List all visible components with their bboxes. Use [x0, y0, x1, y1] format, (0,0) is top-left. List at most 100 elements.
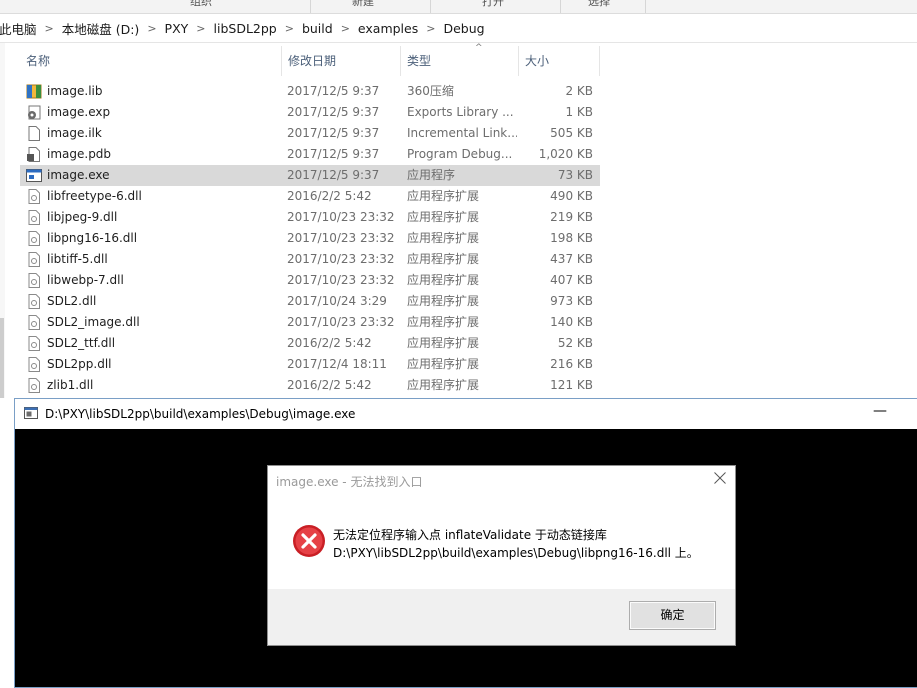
file-date: 2017/10/23 23:32 [287, 231, 395, 245]
file-date: 2017/12/5 9:37 [287, 147, 380, 161]
file-size: 973 KB [550, 294, 593, 308]
file-row[interactable]: SDL2pp.dll 2017/12/4 18:11 应用程序扩展 216 KB [20, 354, 600, 375]
file-name[interactable]: image.pdb [47, 144, 282, 165]
column-header-type[interactable]: 类型 [401, 46, 519, 76]
file-name[interactable]: image.exp [47, 102, 282, 123]
dll-file-icon [26, 357, 42, 372]
breadcrumb-build[interactable]: build [299, 21, 336, 36]
file-date: 2017/10/24 3:29 [287, 294, 387, 308]
chevron-right-icon[interactable]: > [40, 22, 59, 35]
ribbon-group-open[interactable]: 打开 [482, 0, 504, 9]
dialog-footer: 确定 [268, 589, 735, 645]
file-size: 437 KB [550, 252, 593, 266]
chevron-right-icon[interactable]: > [142, 22, 161, 35]
file-type: 360压缩 [407, 84, 454, 98]
breadcrumb-libsdl2pp[interactable]: libSDL2pp [211, 21, 280, 36]
breadcrumb-examples[interactable]: examples [355, 21, 421, 36]
breadcrumb-pxy[interactable]: PXY [162, 21, 192, 36]
breadcrumb-this-pc[interactable]: 此电脑 [0, 19, 40, 38]
file-row[interactable]: SDL2_image.dll 2017/10/23 23:32 应用程序扩展 140 … [20, 312, 600, 333]
file-row[interactable]: libtiff-5.dll 2017/10/23 23:32 应用程序扩展 437 K… [20, 249, 600, 270]
file-type: Exports Library ... [407, 105, 514, 119]
ribbon-divider [560, 0, 561, 13]
breadcrumb-debug[interactable]: Debug [440, 21, 487, 36]
file-row[interactable]: libpng16-16.dll 2017/10/23 23:32 应用程序扩展 198… [20, 228, 600, 249]
close-icon[interactable] [711, 469, 729, 487]
file-type: Program Debug... [407, 147, 513, 161]
file-name[interactable]: image.exe [47, 165, 282, 186]
file-name[interactable]: libtiff-5.dll [47, 249, 282, 270]
file-date: 2017/12/5 9:37 [287, 84, 380, 98]
file-date: 2017/12/5 9:37 [287, 168, 380, 182]
column-header-row: ^ 名称 修改日期 类型 大小 [20, 43, 602, 76]
file-size: 121 KB [550, 378, 593, 392]
file-type: 应用程序扩展 [407, 336, 480, 350]
file-row[interactable]: image.ilk 2017/12/5 9:37 Incremental Link.… [20, 123, 600, 144]
blank-file-icon [26, 126, 42, 141]
navigation-scrollbar[interactable] [0, 318, 4, 398]
file-name[interactable]: libwebp-7.dll [47, 270, 282, 291]
dll-file-icon [26, 252, 42, 267]
file-row[interactable]: zlib1.dll 2016/2/2 5:42 应用程序扩展 121 KB [20, 375, 600, 396]
column-header-date[interactable]: 修改日期 [282, 46, 401, 76]
column-header-size[interactable]: 大小 [519, 46, 600, 76]
file-row[interactable]: libwebp-7.dll 2017/10/23 23:32 应用程序扩展 407 K… [20, 270, 600, 291]
ribbon-divider [310, 0, 311, 13]
breadcrumb-local-disk[interactable]: 本地磁盘 (D:) [59, 19, 143, 38]
column-header-name[interactable]: 名称 [20, 46, 282, 76]
error-dialog: image.exe - 无法找到入口 无法定位程序输入点 inflateVali… [267, 465, 736, 646]
dll-file-icon [26, 210, 42, 225]
dll-file-icon [26, 315, 42, 330]
console-app-icon [24, 407, 38, 419]
debug-file-icon [26, 147, 42, 162]
file-row[interactable]: image.exp 2017/12/5 9:37 Exports Library .… [20, 102, 600, 123]
chevron-right-icon[interactable]: > [280, 22, 299, 35]
file-size: 219 KB [550, 210, 593, 224]
file-type: 应用程序扩展 [407, 315, 480, 329]
dll-file-icon [26, 273, 42, 288]
file-name[interactable]: libjpeg-9.dll [47, 207, 282, 228]
chevron-right-icon[interactable]: > [421, 22, 440, 35]
file-name[interactable]: libpng16-16.dll [47, 228, 282, 249]
file-date: 2017/10/23 23:32 [287, 210, 395, 224]
file-name[interactable]: SDL2_ttf.dll [47, 333, 282, 354]
file-type: 应用程序 [407, 168, 456, 182]
file-type: 应用程序扩展 [407, 189, 480, 203]
console-title-bar[interactable]: D:\PXY\libSDL2pp\build\examples\Debug\im… [15, 399, 917, 429]
file-name[interactable]: libfreetype-6.dll [47, 186, 282, 207]
address-bar[interactable]: 此电脑 > 本地磁盘 (D:) > PXY > libSDL2pp > buil… [0, 14, 917, 43]
ribbon-group-select[interactable]: 选择 [588, 0, 610, 9]
gear-file-icon [26, 105, 42, 120]
dll-file-icon [26, 294, 42, 309]
chevron-right-icon[interactable]: > [191, 22, 210, 35]
file-date: 2017/10/23 23:32 [287, 315, 395, 329]
file-name[interactable]: SDL2_image.dll [47, 312, 282, 333]
ribbon-divider [645, 0, 646, 13]
file-size: 198 KB [550, 231, 593, 245]
file-name[interactable]: image.ilk [47, 123, 282, 144]
archive-file-icon [26, 84, 42, 99]
chevron-right-icon[interactable]: > [336, 22, 355, 35]
file-row[interactable]: SDL2.dll 2017/10/24 3:29 应用程序扩展 973 KB [20, 291, 600, 312]
file-row[interactable]: libjpeg-9.dll 2017/10/23 23:32 应用程序扩展 219 K… [20, 207, 600, 228]
file-type: 应用程序扩展 [407, 210, 480, 224]
dll-file-icon [26, 231, 42, 246]
file-row[interactable]: image.exe 2017/12/5 9:37 应用程序 73 KB [20, 165, 600, 186]
ribbon-group-organize[interactable]: 组织 [190, 0, 212, 9]
file-name[interactable]: SDL2pp.dll [47, 354, 282, 375]
ribbon-group-new[interactable]: 新建 [352, 0, 374, 9]
minimize-icon[interactable]: — [873, 403, 887, 419]
ok-button[interactable]: 确定 [629, 601, 716, 630]
file-row[interactable]: SDL2_ttf.dll 2016/2/2 5:42 应用程序扩展 52 KB [20, 333, 600, 354]
ribbon-strip: 组织 新建 打开 选择 [0, 0, 917, 14]
file-row[interactable]: image.pdb 2017/12/5 9:37 Program Debug... 1… [20, 144, 600, 165]
dialog-title: image.exe - 无法找到入口 [276, 475, 423, 489]
file-row[interactable]: image.lib 2017/12/5 9:37 360压缩 2 KB [20, 81, 600, 102]
file-type: 应用程序扩展 [407, 378, 480, 392]
file-size: 490 KB [550, 189, 593, 203]
file-name[interactable]: SDL2.dll [47, 291, 282, 312]
file-date: 2016/2/2 5:42 [287, 336, 372, 350]
file-row[interactable]: libfreetype-6.dll 2016/2/2 5:42 应用程序扩展 490 … [20, 186, 600, 207]
file-name[interactable]: image.lib [47, 81, 282, 102]
file-name[interactable]: zlib1.dll [47, 375, 282, 396]
